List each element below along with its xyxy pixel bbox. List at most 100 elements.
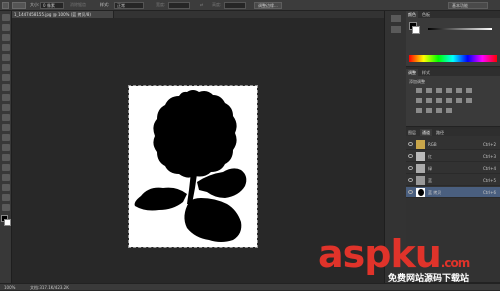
zoom-tool-icon[interactable] [2, 204, 10, 211]
height-input[interactable] [224, 2, 246, 9]
channel-row-red[interactable]: 红 Ctrl+3 [406, 151, 500, 162]
channel-thumbnail [416, 164, 425, 173]
document-tabs: 1_1447458155.jpg @ 100% (蓝 拷贝/8) [12, 11, 384, 18]
dodge-tool-icon[interactable] [2, 144, 10, 151]
height-label: 高度: [212, 2, 222, 7]
swap-icon[interactable]: ⇄ [200, 2, 203, 7]
style-label: 样式: [100, 2, 110, 7]
channel-name: 绿 [428, 166, 432, 171]
crop-tool-icon[interactable] [2, 54, 10, 61]
curves-adjust-icon[interactable] [436, 88, 442, 93]
refine-edge-button[interactable]: 调整边缘... [254, 2, 282, 9]
tools-panel [0, 11, 12, 283]
channel-shortcut: Ctrl+2 [482, 142, 496, 147]
channel-shortcut: Ctrl+3 [482, 154, 496, 159]
gradient-adjust-icon[interactable] [466, 88, 472, 93]
hue-saturation-adjust-icon[interactable] [416, 98, 422, 103]
shape-tool-icon[interactable] [2, 184, 10, 191]
properties-panel-icon[interactable] [390, 26, 401, 33]
channel-name: 蓝 拷贝 [428, 190, 442, 195]
history-panel-icon[interactable] [390, 15, 401, 22]
background-color-swatch[interactable] [412, 26, 420, 34]
channel-row-blue[interactable]: 蓝 Ctrl+5 [406, 175, 500, 186]
selective-color-adjust-icon[interactable] [446, 108, 452, 113]
photo-filter-adjust-icon[interactable] [446, 98, 452, 103]
channel-row-blue-copy[interactable]: 蓝 拷贝 Ctrl+6 [406, 187, 500, 198]
marquee-tool-icon[interactable] [2, 2, 9, 9]
feather-input[interactable]: 0 像素 [40, 2, 64, 9]
color-swatches[interactable] [0, 215, 11, 229]
stamp-tool-icon[interactable] [2, 94, 10, 101]
tab-swatches[interactable]: 色板 [420, 11, 432, 18]
tab-styles[interactable]: 样式 [420, 69, 432, 76]
threshold-adjust-icon[interactable] [436, 108, 442, 113]
channel-thumbnail [416, 176, 425, 185]
document-info: 文档:317.1K/423.2K [30, 285, 69, 290]
marquee-tool-icon[interactable] [2, 24, 10, 31]
move-tool-icon[interactable] [2, 14, 10, 21]
lasso-tool-icon[interactable] [2, 34, 10, 41]
posterize-adjust-icon[interactable] [426, 108, 432, 113]
gradient-tool-icon[interactable] [2, 124, 10, 131]
tab-channels[interactable]: 通道 [420, 129, 432, 136]
color-lookup-adjust-icon[interactable] [466, 98, 472, 103]
pen-tool-icon[interactable] [2, 154, 10, 161]
visibility-eye-icon[interactable] [408, 178, 413, 182]
tab-adjustments[interactable]: 调整 [406, 69, 418, 76]
invert-adjust-icon[interactable] [416, 108, 422, 113]
channel-shortcut: Ctrl+5 [482, 178, 496, 183]
exposure-adjust-icon[interactable] [446, 88, 452, 93]
color-balance-adjust-icon[interactable] [426, 98, 432, 103]
history-brush-tool-icon[interactable] [2, 104, 10, 111]
tab-layers[interactable]: 图层 [406, 129, 418, 136]
status-bar: 100% 文档:317.1K/423.2K [0, 283, 500, 290]
black-white-adjust-icon[interactable] [436, 98, 442, 103]
channel-name: 蓝 [428, 178, 432, 183]
channel-row-green[interactable]: 绿 Ctrl+4 [406, 163, 500, 174]
path-select-tool-icon[interactable] [2, 174, 10, 181]
aspku-watermark-logo: aspku.com [318, 232, 470, 276]
visibility-eye-icon[interactable] [408, 154, 413, 158]
feather-label: 大小: [30, 2, 40, 7]
color-spectrum-bar[interactable] [409, 55, 497, 62]
antialias-checkbox[interactable]: 消除锯齿 [70, 2, 86, 8]
zoom-level[interactable]: 100% [4, 285, 15, 290]
vibrance-adjust-icon[interactable] [456, 88, 462, 93]
tab-color[interactable]: 颜色 [406, 11, 418, 18]
channel-name: RGB [428, 142, 437, 147]
options-bar: 大小: 0 像素 消除锯齿 样式: 正常 宽度: ⇄ 高度: 调整边缘... 基… [0, 0, 500, 11]
channel-name: 红 [428, 154, 432, 159]
tab-paths[interactable]: 路径 [434, 129, 446, 136]
channel-thumbnail [416, 140, 425, 149]
hand-tool-icon[interactable] [2, 194, 10, 201]
channel-shortcut: Ctrl+6 [482, 190, 496, 195]
style-select[interactable]: 正常 [114, 2, 144, 9]
adjustments-panel: 调整 样式 添加调整 [406, 69, 500, 127]
healing-tool-icon[interactable] [2, 74, 10, 81]
visibility-eye-icon[interactable] [408, 142, 413, 146]
brightness-adjust-icon[interactable] [416, 88, 422, 93]
flower-silhouette-image [134, 90, 247, 242]
visibility-eye-icon[interactable] [408, 190, 413, 194]
document-tab[interactable]: 1_1447458155.jpg @ 100% (蓝 拷贝/8) [12, 11, 114, 18]
eraser-tool-icon[interactable] [2, 114, 10, 121]
workspace-select[interactable]: 基本功能 [448, 2, 488, 9]
channel-thumbnail [416, 152, 425, 161]
width-input[interactable] [168, 2, 190, 9]
selection-mode-icons[interactable] [12, 2, 26, 9]
levels-adjust-icon[interactable] [426, 88, 432, 93]
channel-mixer-adjust-icon[interactable] [456, 98, 462, 103]
type-tool-icon[interactable] [2, 164, 10, 171]
background-color-swatch[interactable] [4, 219, 11, 226]
grayscale-slider[interactable] [428, 28, 492, 30]
magic-wand-tool-icon[interactable] [2, 44, 10, 51]
visibility-eye-icon[interactable] [408, 166, 413, 170]
brush-tool-icon[interactable] [2, 84, 10, 91]
channel-thumbnail [416, 188, 425, 197]
blur-tool-icon[interactable] [2, 134, 10, 141]
add-adjustment-label: 添加调整 [409, 79, 425, 84]
eyedropper-tool-icon[interactable] [2, 64, 10, 71]
channel-shortcut: Ctrl+4 [482, 166, 496, 171]
document-canvas[interactable] [128, 85, 258, 248]
channel-row-rgb[interactable]: RGB Ctrl+2 [406, 139, 500, 150]
